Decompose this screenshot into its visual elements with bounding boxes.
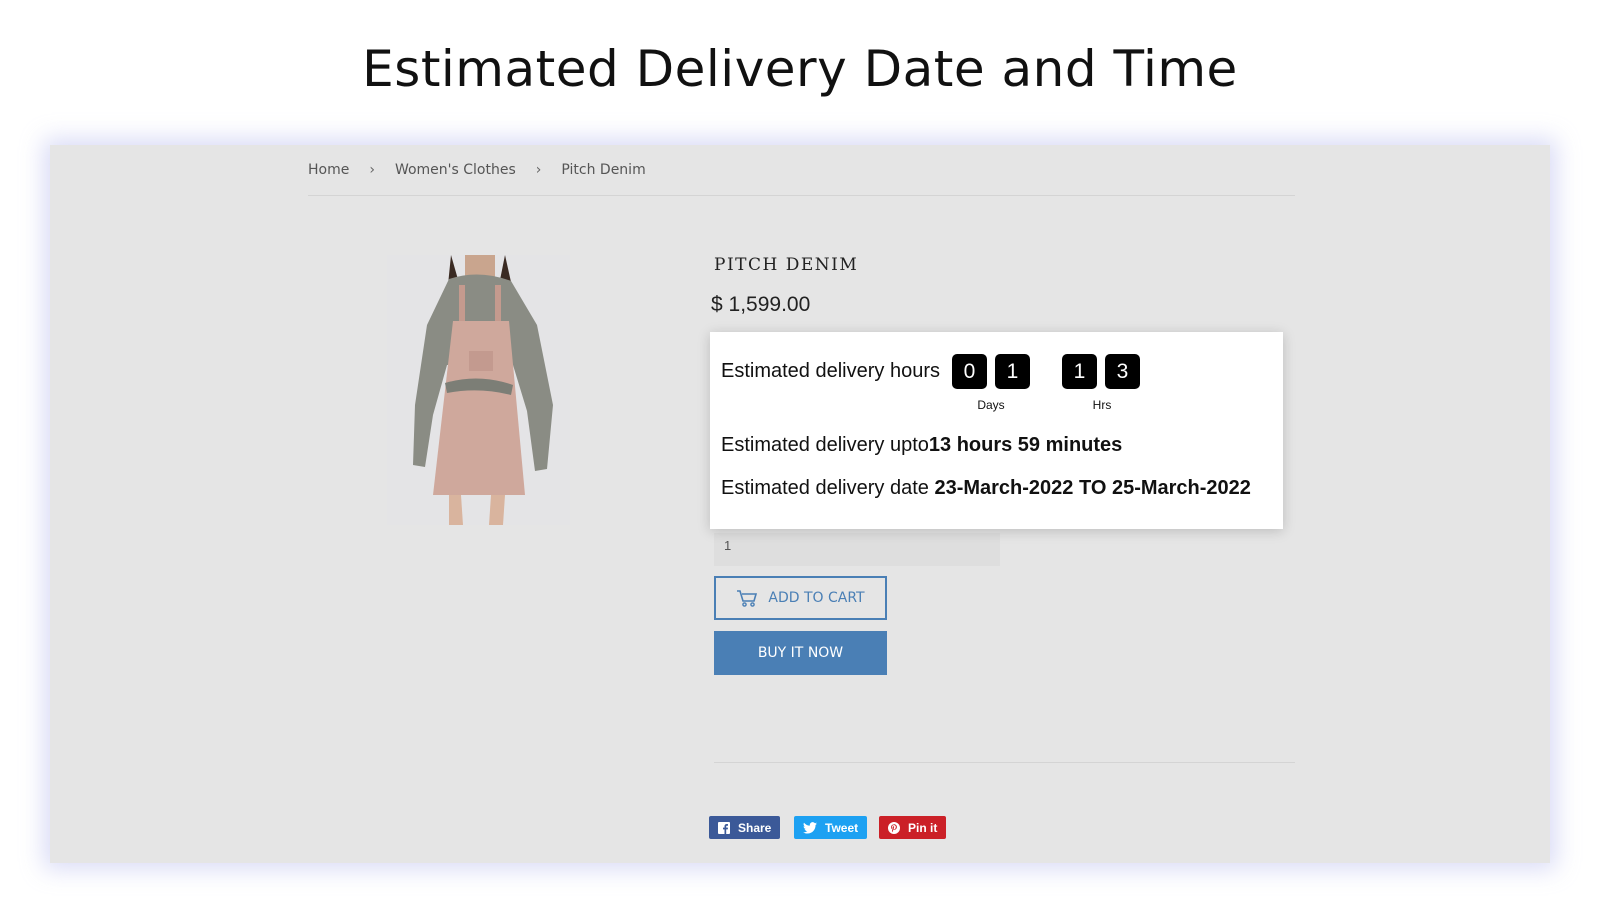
product-title: PITCH DENIM [714, 255, 859, 275]
divider [714, 762, 1295, 763]
twitter-icon [803, 821, 817, 834]
breadcrumb-current: Pitch Denim [561, 162, 646, 178]
breadcrumb-womens-clothes[interactable]: Women's Clothes [395, 162, 516, 178]
delivery-estimate-popup: Estimated delivery hours 0 1 1 3 Days Hr… [710, 332, 1283, 529]
tweet-label: Tweet [825, 820, 859, 835]
days-digit-2: 1 [995, 354, 1030, 389]
pin-it-label: Pin it [908, 820, 938, 835]
page-headline: Estimated Delivery Date and Time [362, 40, 1238, 98]
delivery-date-row: Estimated delivery date 23-March-2022 TO… [721, 477, 1251, 500]
days-unit-label: Days [977, 398, 1005, 412]
days-digit-1: 0 [952, 354, 987, 389]
facebook-icon [718, 821, 730, 834]
divider [308, 195, 1295, 196]
delivery-upto-row: Estimated delivery upto13 hours 59 minut… [721, 434, 1122, 457]
hours-digit-1: 1 [1062, 354, 1097, 389]
facebook-share-button[interactable]: Share [709, 816, 781, 839]
delivery-date-label: Estimated delivery date [721, 477, 929, 499]
breadcrumb-separator: › [369, 162, 375, 178]
share-label: Share [738, 820, 772, 835]
delivery-upto-value: 13 hours 59 minutes [928, 434, 1123, 456]
pinterest-icon [888, 821, 900, 834]
pinterest-pin-button[interactable]: Pin it [879, 816, 947, 839]
cart-icon [737, 590, 758, 607]
delivery-upto-label: Estimated delivery upto [721, 434, 929, 456]
product-image[interactable] [387, 255, 570, 525]
delivery-hours-label: Estimated delivery hours [721, 360, 940, 382]
breadcrumb-home[interactable]: Home [308, 162, 349, 178]
store-frame: Home › Women's Clothes › Pitch Denim PIT… [50, 145, 1550, 863]
twitter-tweet-button[interactable]: Tweet [794, 816, 868, 839]
breadcrumb-separator: › [535, 162, 542, 178]
breadcrumb: Home › Women's Clothes › Pitch Denim [308, 162, 646, 178]
hours-unit-label: Hrs [1092, 398, 1112, 412]
product-price: $ 1,599.00 [711, 293, 811, 316]
delivery-date-value: 23-March-2022 TO 25-March-2022 [934, 477, 1251, 499]
quantity-input[interactable]: 1 [714, 533, 1000, 566]
add-to-cart-label: ADD TO CART [768, 590, 865, 606]
buy-now-button[interactable]: BUY IT NOW [714, 631, 887, 675]
add-to-cart-button[interactable]: ADD TO CART [714, 576, 887, 620]
hours-digit-2: 3 [1105, 354, 1140, 389]
